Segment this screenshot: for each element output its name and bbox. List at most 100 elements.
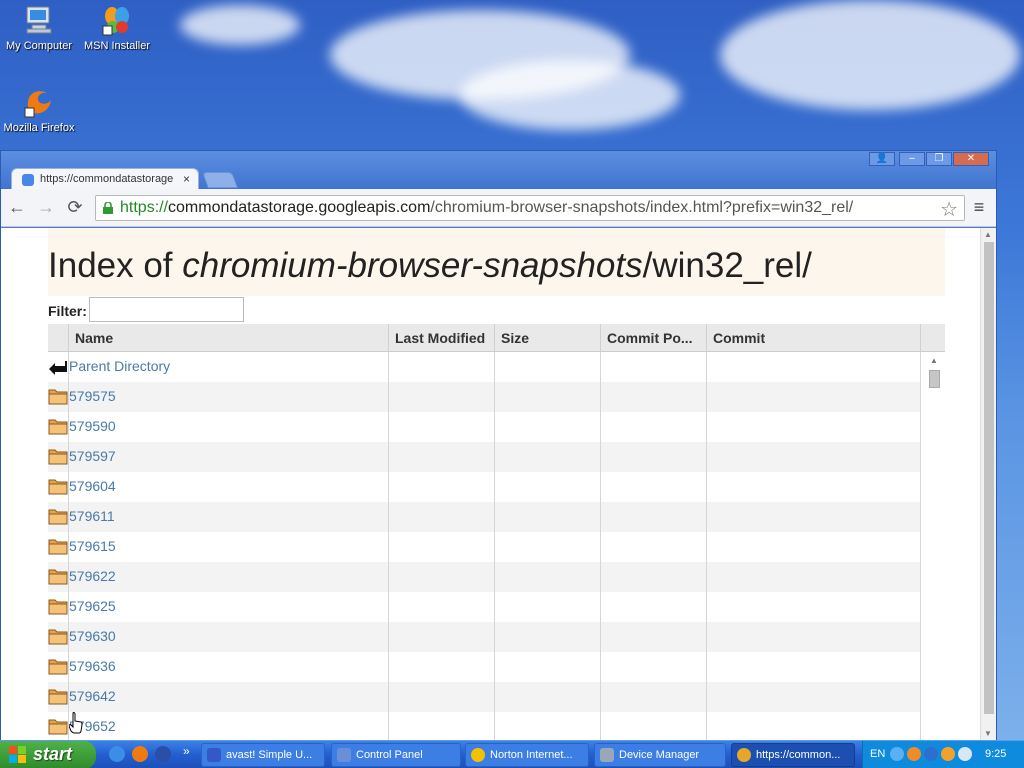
start-label: start	[33, 744, 73, 764]
grid-scrollbar[interactable]: ▲	[926, 354, 942, 740]
column-divider	[600, 352, 601, 740]
column-divider	[388, 352, 389, 740]
column-commit-position[interactable]: Commit Po...	[600, 324, 706, 352]
folder-icon	[48, 509, 68, 525]
minimize-button[interactable]: –	[899, 152, 925, 166]
bookmark-star-icon[interactable]: ☆	[940, 197, 958, 222]
table-row: 579625	[48, 592, 920, 622]
grid-header: Name Last Modified Size Commit Po... Com…	[48, 324, 945, 352]
column-spacer	[920, 324, 945, 352]
folder-link[interactable]: 579636	[69, 658, 116, 674]
task-norton[interactable]: Norton Internet...	[465, 743, 589, 767]
desktop-icon-label: Mozilla Firefox	[3, 122, 75, 134]
folder-link[interactable]: 579625	[69, 598, 116, 614]
filter-input[interactable]	[89, 297, 244, 322]
address-bar[interactable]: https://commondatastorage.googleapis.com…	[95, 195, 965, 221]
task-device-manager[interactable]: Device Manager	[594, 743, 726, 767]
folder-link[interactable]: 579575	[69, 388, 116, 404]
column-divider	[920, 352, 921, 740]
tab-close-icon[interactable]: ×	[183, 172, 190, 186]
scroll-down-icon[interactable]: ▼	[984, 729, 992, 738]
folder-link[interactable]: 579611	[69, 508, 115, 524]
folder-link[interactable]: 579622	[69, 568, 116, 584]
task-avast[interactable]: avast! Simple U...	[201, 743, 325, 767]
tray-arrow-icon[interactable]	[890, 747, 904, 761]
folder-link[interactable]: 579590	[69, 418, 116, 434]
folder-link[interactable]: 579597	[69, 448, 116, 464]
table-row: 579615	[48, 532, 920, 562]
url-host: commondatastorage.googleapis.com	[168, 199, 431, 216]
restore-button[interactable]: ❐	[926, 152, 952, 166]
browser-menu-icon[interactable]: ≡	[969, 197, 989, 217]
table-row: 579622	[48, 562, 920, 592]
table-row: 579636	[48, 652, 920, 682]
folder-icon	[48, 449, 68, 465]
folder-link[interactable]: 579630	[69, 628, 116, 644]
folder-icon	[48, 569, 68, 585]
avast-icon	[207, 748, 221, 762]
desktop-icon-label: My Computer	[5, 40, 73, 52]
desktop-icon-mozilla-firefox[interactable]: Mozilla Firefox	[0, 86, 79, 134]
grid-rows: Parent Directory 579575 579590 579597 579604…	[48, 352, 920, 740]
folder-icon	[48, 659, 68, 675]
window-titlebar[interactable]: 👤 – ❐ ✕ https://commondatastorage ×	[1, 151, 996, 190]
back-button[interactable]: ←	[6, 197, 28, 219]
task-control-panel[interactable]: Control Panel	[331, 743, 461, 767]
taskbar: start » avast! Simple U... Control Panel…	[0, 740, 1024, 768]
desktop-icon-my-computer[interactable]: My Computer	[0, 4, 79, 52]
table-row: 579590	[48, 412, 920, 442]
forward-button[interactable]: →	[35, 197, 57, 219]
task-label: Device Manager	[619, 749, 700, 761]
page-header: Index of chromium-browser-snapshots/win3…	[48, 228, 945, 296]
column-size[interactable]: Size	[494, 324, 600, 352]
parent-directory-link[interactable]: Parent Directory	[69, 358, 170, 374]
hand-cursor-icon	[69, 712, 83, 734]
scroll-up-icon[interactable]: ▲	[930, 356, 938, 365]
firefox-quicklaunch-icon[interactable]	[132, 746, 148, 762]
folder-icon	[48, 689, 68, 705]
tray-app-icon[interactable]	[907, 747, 921, 761]
table-row: 579652	[48, 712, 920, 740]
table-row: 579597	[48, 442, 920, 472]
wallpaper-cloud	[180, 5, 300, 45]
computer-icon	[26, 6, 52, 34]
tray-info-icon[interactable]	[924, 747, 938, 761]
folder-link[interactable]: 579642	[69, 688, 116, 704]
browser-toolbar: ← → ⟳ https://commondatastorage.googleap…	[1, 189, 996, 227]
folder-icon	[48, 719, 68, 735]
wallpaper-cloud	[720, 0, 1020, 110]
task-chrome[interactable]: https://common...	[731, 743, 855, 767]
folder-link[interactable]: 579615	[69, 538, 116, 554]
clock: 9:25	[985, 748, 1007, 760]
quicklaunch-more[interactable]: »	[183, 744, 190, 758]
ie-quicklaunch-icon[interactable]	[109, 746, 125, 762]
tab-title: https://commondatastorage	[40, 173, 174, 185]
scroll-up-icon[interactable]: ▲	[984, 230, 992, 239]
new-tab-button[interactable]	[202, 172, 238, 188]
tray-avast-icon[interactable]	[941, 747, 955, 761]
column-divider	[494, 352, 495, 740]
folder-link[interactable]: 579604	[69, 478, 116, 494]
desktop-icon-msn-installer[interactable]: MSN Installer	[77, 4, 157, 52]
column-commit[interactable]: Commit	[706, 324, 920, 352]
reload-button[interactable]: ⟳	[64, 197, 86, 219]
page-scroll-thumb[interactable]	[984, 242, 994, 714]
control-panel-icon	[337, 748, 351, 762]
url-path: /chromium-browser-snapshots/index.html?p…	[430, 199, 854, 216]
start-button[interactable]: start	[0, 741, 96, 768]
column-divider	[68, 352, 69, 740]
column-last-modified[interactable]: Last Modified	[388, 324, 494, 352]
close-window-button[interactable]: ✕	[953, 152, 989, 166]
grid-scroll-thumb[interactable]	[929, 370, 940, 388]
page-scrollbar[interactable]: ▲ ▼	[980, 228, 996, 740]
column-name[interactable]: Name	[68, 324, 388, 352]
firefox-icon	[24, 89, 52, 118]
table-row: Parent Directory	[48, 352, 920, 382]
browser-tab[interactable]: https://commondatastorage ×	[11, 168, 199, 190]
table-row: 579575	[48, 382, 920, 412]
app-quicklaunch-icon[interactable]	[155, 746, 171, 762]
table-row: 579611	[48, 502, 920, 532]
profile-button[interactable]: 👤	[869, 152, 895, 166]
language-indicator[interactable]: EN	[870, 748, 885, 760]
tray-volume-icon[interactable]	[958, 747, 972, 761]
